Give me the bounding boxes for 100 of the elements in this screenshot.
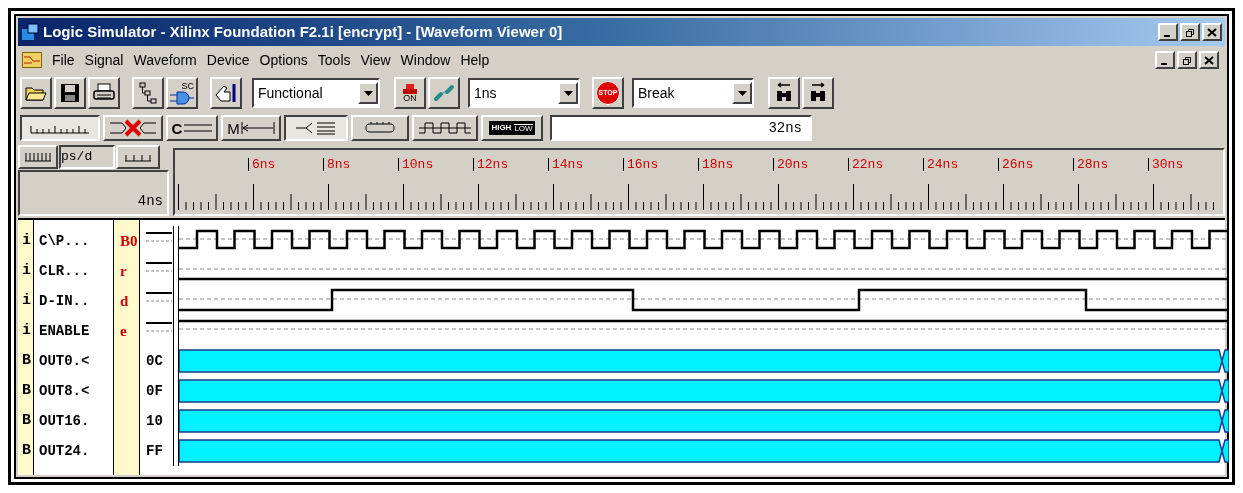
ruler-icon: [124, 152, 152, 162]
menu-item[interactable]: View: [360, 49, 391, 71]
dropdown-arrow-icon: [563, 90, 573, 96]
bus-delete-icon: [109, 119, 157, 137]
find-next-button[interactable]: [802, 77, 834, 109]
waveform-button[interactable]: [412, 115, 478, 141]
minimize-icon: [1161, 62, 1167, 65]
tick-label: 18ns: [698, 158, 734, 171]
signal-type: B: [22, 381, 32, 401]
binoculars-icon: [774, 82, 794, 104]
hierarchy-button[interactable]: [132, 77, 164, 109]
restore-icon: [1182, 55, 1192, 65]
list-button[interactable]: [284, 115, 348, 141]
key-binding: d: [120, 293, 129, 309]
close-button[interactable]: [1199, 51, 1219, 69]
close-icon: [1204, 55, 1214, 65]
button-label: ON: [403, 93, 417, 103]
ruler-button[interactable]: [20, 115, 100, 141]
signal-type: i: [22, 261, 32, 281]
signal-name[interactable]: C\P...: [38, 226, 119, 256]
open-button[interactable]: [20, 77, 52, 109]
menu-item[interactable]: File: [52, 49, 75, 71]
signal-name[interactable]: OUT0.<: [38, 346, 119, 376]
close-button[interactable]: [1202, 23, 1222, 41]
tick-label: 6ns: [248, 158, 276, 171]
bus-value: 10: [146, 411, 163, 431]
signal-name[interactable]: ENABLE: [38, 316, 119, 346]
tick-label: 22ns: [848, 158, 884, 171]
schematic-button[interactable]: SC: [166, 77, 198, 109]
double-line-icon: [184, 123, 213, 133]
folder-icon: [25, 84, 47, 102]
simulation-mode-dropdown[interactable]: Functional: [252, 78, 380, 108]
bus-button[interactable]: C: [166, 115, 218, 141]
signal-type: i: [22, 231, 32, 251]
minimize-button[interactable]: [1158, 23, 1178, 41]
window-title: Logic Simulator - Xilinx Foundation F2.1i [encrypt] - [Waveform Viewer 0]: [43, 21, 563, 42]
tick-label: 8ns: [323, 158, 351, 171]
scale-field[interactable]: ps/d: [59, 145, 115, 169]
chain-link-icon: [433, 84, 455, 102]
menu-item[interactable]: Tools: [317, 49, 351, 71]
step-size-dropdown[interactable]: 1ns: [468, 78, 580, 108]
signal-type: i: [22, 321, 32, 341]
restore-button[interactable]: [1180, 23, 1200, 41]
button-label: SC: [181, 81, 194, 91]
menu-item[interactable]: Options: [259, 49, 308, 71]
gate-icon: [170, 90, 194, 105]
restore-button[interactable]: [1177, 51, 1197, 69]
measure-button[interactable]: M: [221, 115, 281, 141]
dropdown-arrow-icon: [363, 90, 373, 96]
tick-label: 12ns: [473, 158, 509, 171]
signal-name[interactable]: OUT24.: [38, 436, 119, 466]
link-button[interactable]: [428, 77, 460, 109]
button-label: LOW: [514, 123, 533, 133]
signal-type: B: [22, 411, 32, 431]
signal-name[interactable]: OUT8.<: [38, 376, 119, 406]
switch-icon: [403, 83, 417, 94]
button-label: HIGH: [491, 124, 512, 132]
restore-icon: [1185, 27, 1195, 37]
signal-name[interactable]: D-IN..: [38, 286, 119, 316]
chip-icon: [363, 122, 397, 134]
key-binding: B0: [120, 233, 138, 249]
minimize-icon: [1164, 34, 1170, 37]
ruler-icon: [24, 152, 52, 162]
bus-value: 0F: [146, 381, 163, 401]
delete-bus-button[interactable]: [103, 115, 163, 141]
close-icon: [1207, 27, 1217, 37]
key-binding: r: [120, 263, 127, 279]
signal-type: B: [22, 441, 32, 461]
component-button[interactable]: [351, 115, 409, 141]
tree-icon: [138, 82, 158, 104]
high-low-button[interactable]: HIGH LOW: [481, 115, 543, 141]
zoom-in-button[interactable]: [18, 145, 58, 169]
button-label: C: [171, 120, 183, 136]
cursor-time: 4ns: [137, 192, 163, 211]
waveform-icon: [418, 120, 472, 136]
signal-type: B: [22, 351, 32, 371]
signal-name[interactable]: OUT16.: [38, 406, 119, 436]
menu-item[interactable]: Signal: [84, 49, 124, 71]
button-label: M: [227, 120, 240, 136]
break-dropdown[interactable]: Break: [632, 78, 754, 108]
menu-item[interactable]: Help: [460, 49, 490, 71]
minimize-button[interactable]: [1155, 51, 1175, 69]
save-button[interactable]: [54, 77, 86, 109]
time-field[interactable]: 32ns: [550, 115, 812, 141]
find-previous-button[interactable]: [768, 77, 800, 109]
app-icon: [21, 23, 39, 41]
signal-name[interactable]: CLR...: [38, 256, 119, 286]
tick-label: 24ns: [923, 158, 959, 171]
menu-item[interactable]: Device: [206, 49, 250, 71]
key-binding: e: [120, 323, 127, 339]
pointer-button[interactable]: [210, 77, 242, 109]
menu-item[interactable]: Window: [400, 49, 451, 71]
print-button[interactable]: [88, 77, 120, 109]
document-icon: [22, 52, 42, 68]
power-on-button[interactable]: ON: [394, 77, 426, 109]
menu-item[interactable]: Waveform: [133, 49, 197, 71]
tick-label: 14ns: [548, 158, 584, 171]
tick-label: 26ns: [998, 158, 1034, 171]
signal-type: i: [22, 291, 32, 311]
zoom-out-button[interactable]: [116, 145, 160, 169]
